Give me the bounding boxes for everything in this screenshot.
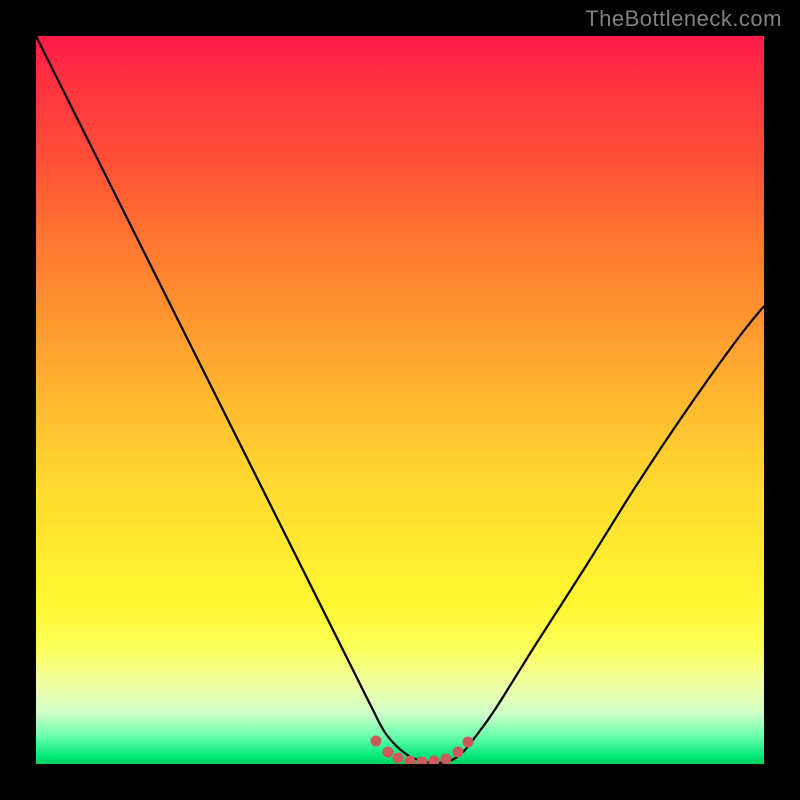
bottleneck-curve-path xyxy=(36,36,764,763)
optimum-marker xyxy=(417,757,428,765)
optimum-marker xyxy=(405,756,416,765)
optimum-marker xyxy=(441,754,452,765)
curve-layer xyxy=(36,36,764,764)
watermark-text: TheBottleneck.com xyxy=(585,6,782,32)
optimum-marker xyxy=(371,736,382,747)
optimum-marker xyxy=(383,747,394,758)
optimum-marker xyxy=(453,747,464,758)
optimum-marker xyxy=(393,753,404,764)
optimum-marker xyxy=(463,737,474,748)
bottleneck-chart xyxy=(36,36,764,764)
optimum-markers xyxy=(371,736,474,765)
optimum-marker xyxy=(429,756,440,765)
